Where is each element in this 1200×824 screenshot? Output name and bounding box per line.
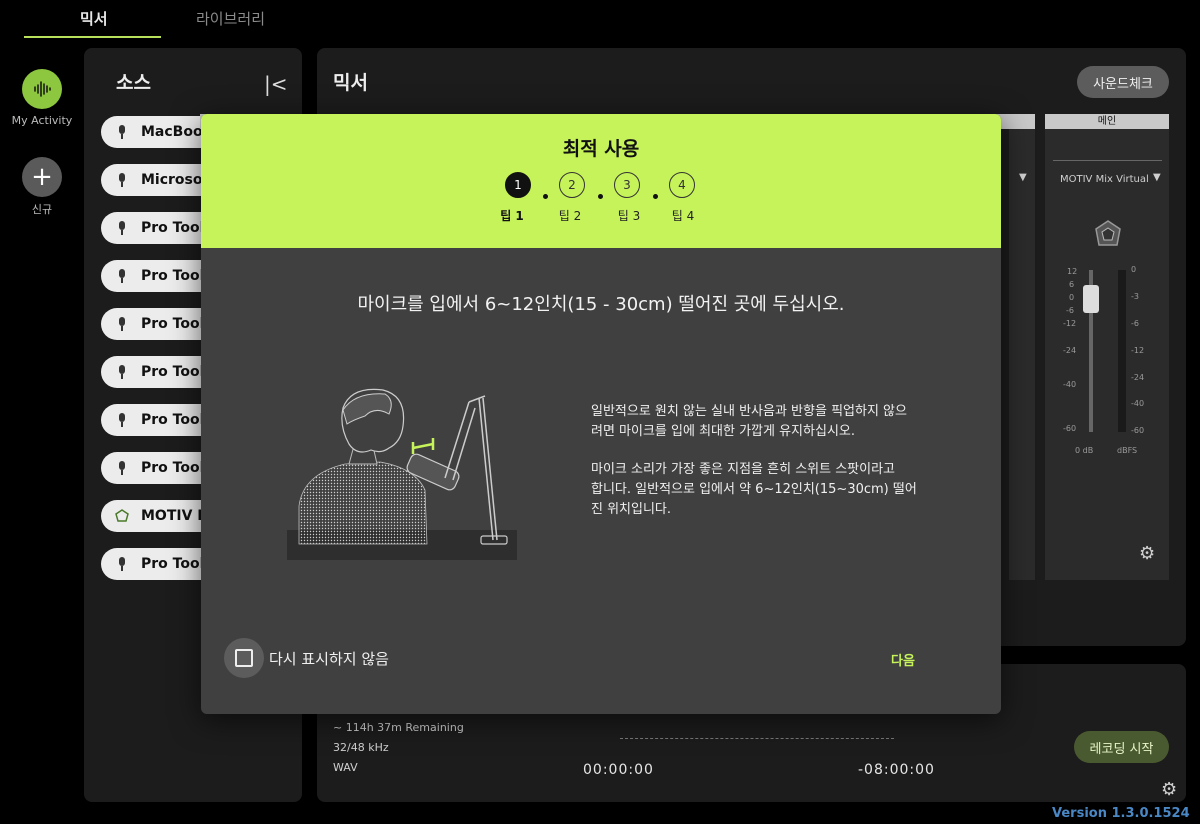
divider (1053, 160, 1162, 161)
scale-tick: 0 (1069, 293, 1075, 302)
tip-paragraph-1: 일반적으로 원치 않는 실내 반사음과 반향을 픽업하지 않으 려면 마이크를 … (591, 402, 951, 442)
tip-paragraph-2: 마이크 소리가 가장 좋은 지점을 흔히 스위트 스팟이라고 합니다. 일반적으… (591, 460, 951, 520)
modal-header: 최적 사용 1 2 3 4 팁 1 팁 2 팁 3 팁 4 (201, 114, 1001, 248)
elapsed-timer: 00:00:00 (583, 762, 654, 778)
scale-tick: -3 (1131, 292, 1139, 301)
modal-title: 최적 사용 (562, 138, 640, 160)
step-1-label: 팁 1 (500, 209, 524, 223)
main-channel-header: 메인 (1045, 114, 1169, 129)
scale-tick: -60 (1063, 424, 1077, 433)
source-label: Microsof (141, 172, 209, 188)
chevron-down-icon[interactable]: ▼ (1019, 172, 1027, 183)
chevron-down-icon[interactable]: ▼ (1153, 172, 1161, 183)
tip-paragraph-2-line-1: 마이크 소리가 가장 좋은 지점을 흔히 스위트 스팟이라고 (591, 462, 896, 477)
step-4-indicator[interactable]: 4 (669, 172, 695, 198)
gear-icon[interactable]: ⚙ (1161, 779, 1177, 800)
tip-paragraph-1-line-1: 일반적으로 원치 않는 실내 반사음과 반향을 픽업하지 않으 (591, 404, 907, 419)
scale-tick: -12 (1063, 319, 1077, 328)
tab-mixer[interactable]: 믹서 (80, 8, 108, 29)
tips-modal: 최적 사용 1 2 3 4 팁 1 팁 2 팁 3 팁 4 마이크를 입에서 6… (201, 114, 1001, 714)
waveform-placeholder (620, 738, 894, 739)
fader-handle[interactable] (1083, 285, 1099, 313)
step-separator (543, 194, 548, 199)
format-text: WAV (333, 761, 358, 774)
tip-heading: 마이크를 입에서 6~12인치(15 - 30cm) 떨어진 곳에 두십시오. (357, 294, 845, 315)
source-panel-title: 소스 (116, 72, 151, 94)
collapse-panel-icon[interactable]: |< (264, 72, 288, 96)
level-meter (1118, 270, 1126, 432)
waveform-icon (34, 81, 51, 97)
tip-paragraph-1-line-2: 려면 마이크를 입에 최대한 가깝게 유지하십시오. (591, 424, 855, 439)
start-recording-button[interactable]: 레코딩 시작 (1074, 731, 1169, 763)
scale-tick: -40 (1131, 399, 1145, 408)
gear-icon[interactable]: ⚙ (1139, 543, 1155, 564)
my-activity-button[interactable] (22, 69, 62, 109)
remaining-timer: -08:00:00 (858, 762, 935, 778)
meter-unit: dBFS (1117, 446, 1138, 455)
version-text: Version 1.3.0.1524 (1052, 806, 1190, 821)
scale-tick: -24 (1063, 346, 1077, 355)
microphone-icon (119, 221, 125, 235)
step-1-indicator[interactable]: 1 (505, 172, 531, 198)
new-label: 신규 (31, 203, 53, 216)
tab-library[interactable]: 라이브러리 (196, 8, 265, 29)
scale-tick: 6 (1069, 280, 1075, 289)
soundcheck-button[interactable]: 사운드체크 (1077, 66, 1169, 98)
step-2-indicator[interactable]: 2 (559, 172, 585, 198)
scale-tick: 0 (1131, 265, 1137, 274)
scale-tick: -6 (1066, 306, 1074, 315)
next-button[interactable]: 다음 (891, 650, 915, 669)
microphone-icon (119, 365, 125, 379)
microphone-icon (119, 317, 125, 331)
tip-paragraph-2-line-3: 진 위치입니다. (591, 502, 672, 517)
microphone-icon (119, 461, 125, 475)
dont-show-label[interactable]: 다시 표시하지 않음 (269, 648, 389, 669)
dont-show-checkbox[interactable] (224, 638, 264, 678)
sample-rate-text: 32/48 kHz (333, 741, 389, 754)
main-output-select[interactable]: MOTIV Mix Virtual (1060, 174, 1149, 185)
tip-paragraph-2-line-2: 합니다. 일반적으로 입에서 약 6~12인치(15~30cm) 떨어 (591, 482, 917, 497)
step-separator (653, 194, 658, 199)
checkbox-box (235, 649, 253, 667)
motiv-device-icon (1095, 220, 1121, 246)
scale-tick: -40 (1063, 380, 1077, 389)
microphone-icon (119, 413, 125, 427)
mic-placement-illustration (287, 388, 517, 560)
microphone-icon (119, 269, 125, 283)
fader-unit: 0 dB (1075, 446, 1094, 455)
step-3-label: 팁 3 (617, 209, 641, 223)
scale-tick: 12 (1067, 267, 1078, 276)
active-tab-indicator (24, 36, 161, 38)
microphone-icon (119, 173, 125, 187)
scale-tick: -60 (1131, 426, 1145, 435)
new-button[interactable]: + (22, 157, 62, 197)
step-4-label: 팁 4 (671, 209, 695, 223)
scale-tick: -24 (1131, 373, 1145, 382)
my-activity-label: My Activity (11, 114, 73, 127)
scale-tick: -6 (1131, 319, 1139, 328)
microphone-icon (119, 557, 125, 571)
microphone-icon (119, 125, 125, 139)
step-separator (598, 194, 603, 199)
motiv-device-icon (115, 509, 129, 522)
channel-strip (1009, 129, 1035, 580)
scale-tick: -12 (1131, 346, 1145, 355)
mixer-title: 믹서 (333, 72, 368, 94)
step-3-indicator[interactable]: 3 (614, 172, 640, 198)
top-tabs: 믹서 라이브러리 (0, 0, 1200, 40)
remaining-time-text: ~ 114h 37m Remaining (333, 721, 464, 734)
plus-icon: + (31, 162, 53, 192)
step-2-label: 팁 2 (558, 209, 582, 223)
